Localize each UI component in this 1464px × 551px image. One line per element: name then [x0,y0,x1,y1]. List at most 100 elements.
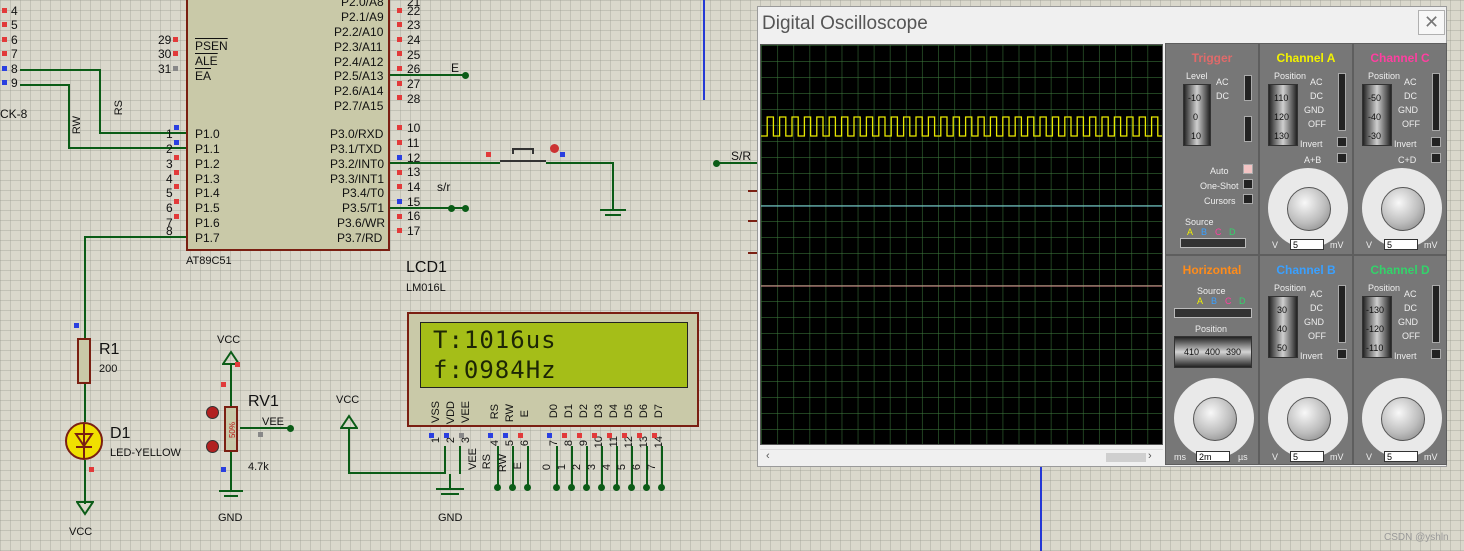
pin-marker [174,214,179,219]
channel-b-knob[interactable] [1287,397,1331,441]
cursors-button[interactable] [1243,194,1253,204]
lcd-pin-label: D4 [608,404,620,419]
resistor-r1[interactable] [77,338,91,384]
channel-c-value-field[interactable]: 5 [1384,239,1418,250]
wire [240,427,290,429]
horizontal-panel: Horizontal Source A B C D Position 410 4… [1165,255,1259,465]
scale-label: 410 [1184,347,1200,357]
source-c[interactable]: C [1225,296,1232,306]
scroll-thumb[interactable] [1106,453,1146,462]
channel-c-coupling-switch[interactable] [1432,73,1440,131]
trigger-title: Trigger [1191,51,1233,65]
scroll-right-icon[interactable]: › [1148,450,1152,462]
trigger-panel: Trigger Level -10 0 10 AC DC Auto One-Sh… [1165,43,1259,255]
sum-button[interactable] [1337,153,1347,163]
pin-number: 2 [166,142,173,156]
net-label: RS [481,454,493,470]
pin-label: P3.6/WR [337,216,386,230]
source-b[interactable]: B [1211,296,1217,306]
lcd-pin-number: 4 [489,440,501,447]
channel-d-panel: Channel D Position -130 -120 -110 AC DC … [1353,255,1447,465]
channel-a-knob[interactable] [1287,187,1331,231]
source-d[interactable]: D [1229,227,1236,237]
channel-c-title: Channel C [1370,51,1430,65]
pin-marker [397,51,402,56]
wire [390,162,500,164]
rv1-down-button[interactable] [206,440,219,453]
pin-marker [221,467,226,472]
auto-button[interactable] [1243,164,1253,174]
pin-marker [235,362,240,367]
trigger-coupling-switch[interactable] [1244,75,1252,101]
lcd-pin-label: D6 [638,404,650,419]
source-a[interactable]: A [1187,227,1193,237]
channel-a-coupling-switch[interactable] [1338,73,1346,131]
channel-c-knob[interactable] [1381,187,1425,231]
vcc-label: VCC [336,394,360,406]
d1-ref: D1 [110,425,131,442]
source-b[interactable]: B [1201,227,1207,237]
horizontal-source-slider[interactable] [1174,308,1252,318]
junction-dot [448,205,455,212]
sum-button[interactable] [1431,153,1441,163]
rv1-up-button[interactable] [206,406,219,419]
lcd-ref: LCD1 [406,259,447,276]
pin-marker [2,37,7,42]
close-button[interactable]: ✕ [1418,10,1445,35]
scale-label: 0 [1193,112,1199,122]
channel-d-value-field[interactable]: 5 [1384,451,1418,462]
channel-d-position-drum[interactable]: -130 -120 -110 [1362,296,1392,358]
channel-a-title: Channel A [1276,51,1336,65]
trigger-level-drum[interactable]: -10 0 10 [1183,84,1211,146]
wire [99,69,101,133]
pin-number: 29 [158,33,172,47]
trigger-dc-label: DC [1216,91,1229,101]
pin-label: ALE [195,54,218,68]
source-c[interactable]: C [1215,227,1222,237]
invert-button[interactable] [1431,137,1441,147]
trigger-edge-switch[interactable] [1244,116,1252,142]
scale-label: -40 [1368,112,1382,122]
scale-label: -50 [1368,93,1382,103]
r1-ref: R1 [99,341,120,358]
channel-a-position-drum[interactable]: 110 120 130 [1268,84,1298,146]
source-d[interactable]: D [1239,296,1246,306]
unit-mv: mV [1330,452,1344,462]
scroll-left-icon[interactable]: ‹ [766,450,770,462]
ground-symbol [605,214,621,216]
channel-a-value-field[interactable]: 5 [1290,239,1324,250]
pin-marker [397,140,402,145]
horizontal-position-drum[interactable]: 410 400 390 [1174,336,1252,368]
wire [84,236,86,338]
invert-button[interactable] [1337,349,1347,359]
pin-marker [74,323,79,328]
channel-d-coupling-switch[interactable] [1432,285,1440,343]
channel-b-value-field[interactable]: 5 [1290,451,1324,462]
channel-b-coupling-switch[interactable] [1338,285,1346,343]
gnd-label: GND [218,512,243,524]
source-a[interactable]: A [1197,296,1203,306]
pin-marker [397,81,402,86]
wire [20,84,70,86]
pin-label: P1.5 [195,201,220,215]
potentiometer-rv1[interactable]: 50% [224,406,238,452]
channel-c-position-drum[interactable]: -50 -40 -30 [1362,84,1392,146]
channel-d-knob[interactable] [1381,397,1425,441]
scope-display[interactable] [760,44,1163,445]
horizontal-knob[interactable] [1193,397,1237,441]
net-label-sr: s/r [437,180,451,194]
led-d1[interactable] [65,422,103,460]
lcd-part: LM016L [406,282,446,294]
horizontal-value-field[interactable]: 2m [1196,451,1230,462]
scale-label: 30 [1277,305,1288,315]
scale-label: 110 [1274,93,1289,103]
pin-label: P2.4/A12 [334,55,384,69]
horizontal-scrollbar[interactable]: ‹ › [760,449,1163,465]
invert-button[interactable] [1431,349,1441,359]
push-button[interactable] [500,144,559,166]
one-shot-button[interactable] [1243,179,1253,189]
channel-b-position-drum[interactable]: 30 40 50 [1268,296,1298,358]
net-label-rw: RW [71,116,83,135]
source-slider[interactable] [1180,238,1246,248]
invert-button[interactable] [1337,137,1347,147]
